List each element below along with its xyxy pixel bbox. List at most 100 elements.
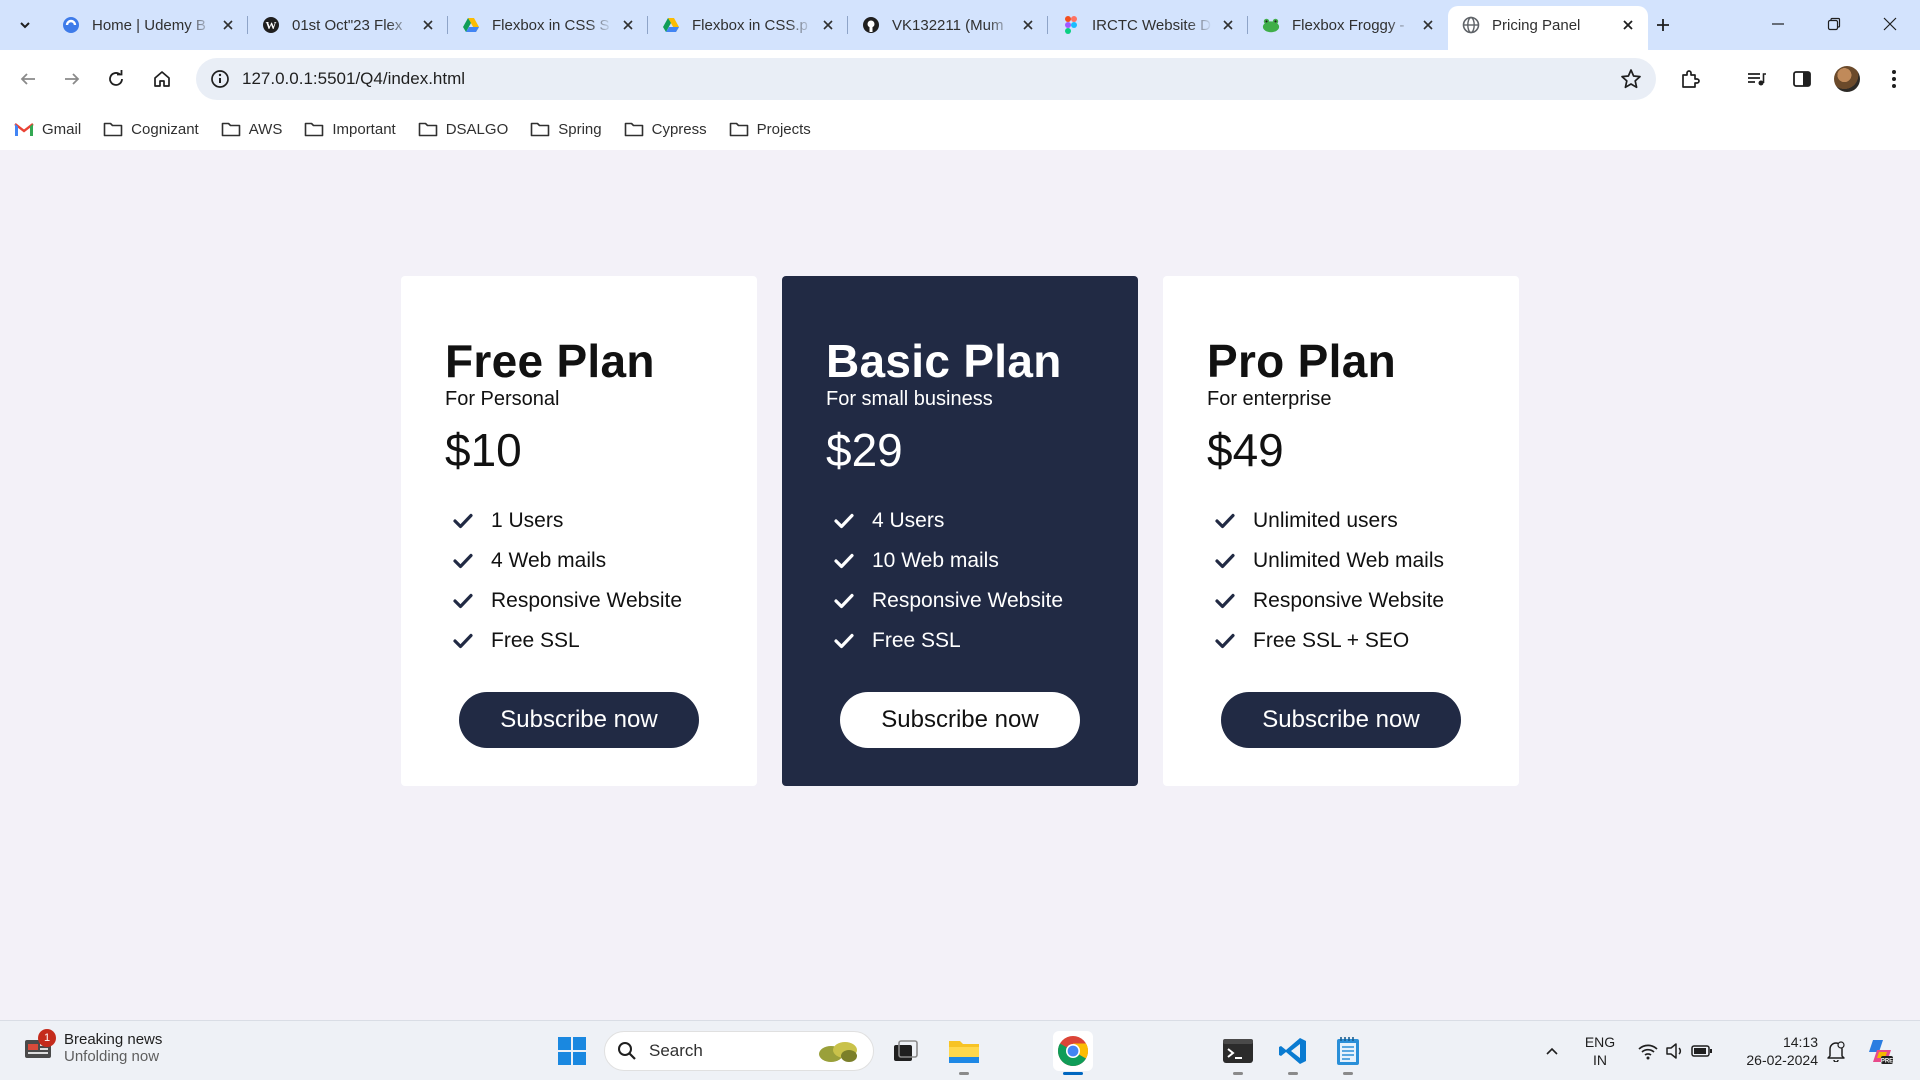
clock[interactable]: 14:13 26-02-2024 — [1722, 1033, 1818, 1069]
bookmark-folder-cypress[interactable]: Cypress — [624, 121, 707, 138]
vscode-app[interactable] — [1273, 1031, 1313, 1075]
bookmark-label: Cypress — [651, 120, 707, 138]
plan-subtitle: For enterprise — [1207, 388, 1332, 410]
plan-subtitle: For small business — [826, 388, 993, 410]
forward-button[interactable] — [56, 63, 88, 95]
task-view-button[interactable] — [886, 1031, 926, 1071]
check-icon — [834, 553, 854, 569]
quick-settings-button[interactable] — [1630, 1031, 1720, 1071]
extensions-button[interactable] — [1674, 63, 1706, 95]
feature-list: 1 Users 4 Web mails Responsive Website F… — [445, 501, 757, 661]
close-icon[interactable] — [618, 15, 638, 35]
profile-avatar[interactable] — [1834, 66, 1860, 92]
tab-figma[interactable]: IRCTC Website D — [1048, 6, 1248, 44]
notifications-button[interactable] — [1816, 1031, 1856, 1071]
address-bar[interactable]: 127.0.0.1:5501/Q4/index.html — [196, 58, 1656, 100]
puzzle-icon — [1682, 70, 1700, 88]
bookmark-folder-projects[interactable]: Projects — [729, 121, 811, 138]
site-info-button[interactable] — [200, 58, 240, 100]
close-icon[interactable] — [218, 15, 238, 35]
language-indicator[interactable]: ENG IN — [1582, 1033, 1618, 1069]
close-window-button[interactable] — [1862, 0, 1918, 48]
taskbar-search[interactable]: Search — [604, 1031, 874, 1071]
subscribe-button[interactable]: Subscribe now — [459, 692, 699, 748]
tab-search-button[interactable] — [10, 10, 40, 40]
tab-drive-1[interactable]: Flexbox in CSS S — [448, 6, 648, 44]
close-icon[interactable] — [818, 15, 838, 35]
tab-github[interactable]: VK132211 (Mum — [848, 6, 1048, 44]
clock-time: 14:13 — [1782, 1034, 1818, 1050]
feature-item: Unlimited users — [1207, 501, 1519, 541]
start-button[interactable] — [552, 1031, 592, 1071]
media-icon — [1748, 73, 1766, 86]
pricing-card-free: Free Plan For Personal $10 1 Users 4 Web… — [401, 276, 757, 786]
bookmark-folder-spring[interactable]: Spring — [530, 121, 602, 138]
pricing-page: Free Plan For Personal $10 1 Users 4 Web… — [0, 150, 1920, 1020]
back-button[interactable] — [12, 63, 44, 95]
close-icon[interactable] — [1218, 15, 1238, 35]
tab-udemy[interactable]: Home | Udemy B — [48, 6, 248, 44]
gmail-icon — [14, 122, 34, 136]
close-icon[interactable] — [1418, 15, 1438, 35]
folder-icon — [418, 122, 438, 137]
clock-date: 26-02-2024 — [1746, 1052, 1818, 1068]
new-tab-button[interactable] — [1648, 10, 1678, 40]
bell-icon — [1827, 1041, 1845, 1062]
bookmark-folder-aws[interactable]: AWS — [221, 121, 282, 138]
bookmark-star-icon[interactable] — [1620, 68, 1642, 90]
pricing-card-pro: Pro Plan For enterprise $49 Unlimited us… — [1163, 276, 1519, 786]
plus-icon — [1657, 19, 1669, 31]
notepad-app[interactable] — [1328, 1031, 1368, 1075]
feature-list: Unlimited users Unlimited Web mails Resp… — [1207, 501, 1519, 661]
media-controls-button[interactable] — [1740, 63, 1772, 95]
tab-title: Flexbox Froggy - — [1292, 16, 1405, 34]
folder-icon — [949, 1041, 979, 1063]
subscribe-button[interactable]: Subscribe now — [840, 692, 1080, 748]
bookmark-label: Cognizant — [131, 120, 199, 138]
terminal-app[interactable] — [1218, 1031, 1258, 1075]
reload-button[interactable] — [100, 63, 132, 95]
check-icon — [1215, 553, 1235, 569]
windows-logo-icon — [558, 1037, 586, 1065]
tab-title: 01st Oct"23 Flex — [292, 16, 403, 34]
plan-name: Free Plan — [445, 335, 655, 387]
tab-drive-2[interactable]: Flexbox in CSS.p — [648, 6, 848, 44]
plan-subtitle: For Personal — [445, 388, 560, 410]
menu-button[interactable] — [1878, 63, 1910, 95]
tab-flexbox-froggy[interactable]: Flexbox Froggy - — [1248, 6, 1448, 44]
folder-icon — [221, 122, 241, 137]
plan-name: Pro Plan — [1207, 335, 1397, 387]
search-icon — [618, 1042, 636, 1060]
close-icon[interactable] — [1618, 15, 1638, 35]
side-panel-button[interactable] — [1786, 63, 1818, 95]
feature-item: Responsive Website — [445, 581, 757, 621]
chevron-down-icon — [20, 22, 30, 29]
file-explorer-app[interactable] — [944, 1031, 984, 1075]
tab-strip: Home | Udemy B W 01st Oct"23 Flex Flexbo… — [0, 0, 1920, 50]
tab-pricing-panel[interactable]: Pricing Panel — [1448, 6, 1648, 50]
search-placeholder: Search — [649, 1041, 703, 1060]
bookmark-folder-dsalgo[interactable]: DSALGO — [418, 120, 509, 138]
language-code: ENG — [1584, 1034, 1616, 1050]
reload-icon — [109, 70, 123, 86]
url-text[interactable]: 127.0.0.1:5501/Q4/index.html — [242, 69, 465, 89]
chrome-app[interactable] — [1053, 1031, 1093, 1075]
bookmark-label: Gmail — [42, 120, 82, 138]
close-icon[interactable] — [1018, 15, 1038, 35]
subscribe-button[interactable]: Subscribe now — [1221, 692, 1461, 748]
news-widget[interactable]: 1 Breaking news Unfolding now — [24, 1029, 162, 1065]
close-icon[interactable] — [418, 15, 438, 35]
copilot-button[interactable]: PRE — [1860, 1031, 1900, 1071]
bookmark-label: DSALGO — [445, 120, 509, 138]
tab-wordpress[interactable]: W 01st Oct"23 Flex — [248, 6, 448, 44]
bookmark-folder-cognizant[interactable]: Cognizant — [103, 121, 199, 138]
feature-text: Free SSL — [872, 629, 961, 652]
show-hidden-icons-button[interactable] — [1532, 1031, 1572, 1071]
home-button[interactable] — [146, 63, 178, 95]
bookmark-folder-important[interactable]: Important — [304, 121, 396, 138]
bookmark-gmail[interactable]: Gmail — [14, 121, 81, 138]
restore-button[interactable] — [1806, 0, 1862, 48]
wordpress-icon: W — [262, 16, 280, 34]
minimize-button[interactable] — [1750, 0, 1806, 48]
bookmarks-bar: Gmail Cognizant AWS Important DSALGO Spr… — [0, 108, 1920, 150]
